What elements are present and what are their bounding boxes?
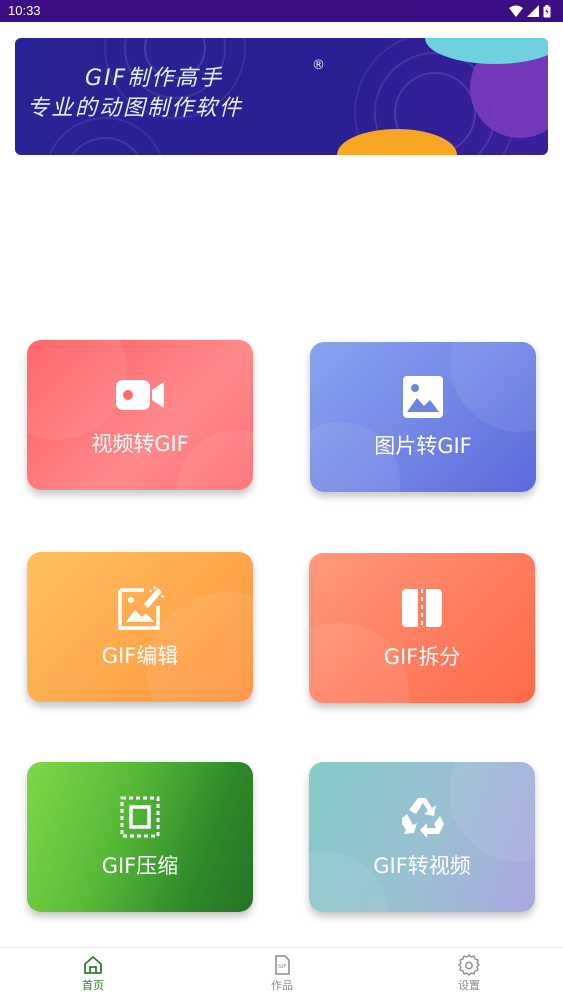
nav-label: 设置 <box>458 979 480 992</box>
image-icon <box>403 376 443 418</box>
video-camera-icon <box>116 380 164 410</box>
tile-label: 图片转GIF <box>374 434 472 458</box>
gif-compress-button[interactable]: GIF压缩 <box>27 762 253 912</box>
video-to-gif-button[interactable]: 视频转GIF <box>27 340 253 490</box>
split-icon <box>402 589 442 627</box>
tile-label: GIF拆分 <box>383 645 461 669</box>
gear-icon <box>458 954 480 976</box>
nav-label: 首页 <box>82 979 104 992</box>
tile-label: GIF编辑 <box>101 644 179 668</box>
svg-text:GIF: GIF <box>278 964 286 970</box>
gif-split-button[interactable]: GIF拆分 <box>309 553 535 703</box>
wifi-icon <box>509 5 523 17</box>
compress-icon <box>120 796 160 838</box>
home-icon <box>84 956 102 974</box>
gif-file-icon: GIF <box>275 955 290 975</box>
promo-banner[interactable]: GIF制作高手 ® 专业的动图制作软件 <box>15 38 548 155</box>
gif-to-video-button[interactable]: GIF转视频 <box>309 762 535 912</box>
status-bar: 10:33 <box>0 0 563 22</box>
status-icons <box>509 4 551 18</box>
nav-item-home[interactable]: 首页 <box>53 954 133 993</box>
battery-icon <box>543 4 551 17</box>
nav-item-works[interactable]: GIF 作品 <box>242 954 322 993</box>
gif-edit-button[interactable]: GIF编辑 <box>27 552 253 702</box>
banner-subtitle: 专业的动图制作软件 <box>27 96 244 121</box>
status-time: 10:33 <box>8 3 41 18</box>
signal-icon <box>527 5 539 17</box>
nav-item-settings[interactable]: 设置 <box>429 954 509 993</box>
registered-mark: ® <box>312 58 325 73</box>
recycle-icon <box>402 798 444 838</box>
banner-title: GIF制作高手 <box>85 66 224 91</box>
tile-label: 视频转GIF <box>91 432 189 456</box>
image-edit-icon <box>118 585 165 630</box>
bottom-navigation: 首页 GIF 作品 设置 <box>0 947 563 1002</box>
tile-label: GIF转视频 <box>373 854 471 878</box>
image-to-gif-button[interactable]: 图片转GIF <box>310 342 536 492</box>
nav-label: 作品 <box>271 979 293 992</box>
tile-label: GIF压缩 <box>101 854 179 878</box>
